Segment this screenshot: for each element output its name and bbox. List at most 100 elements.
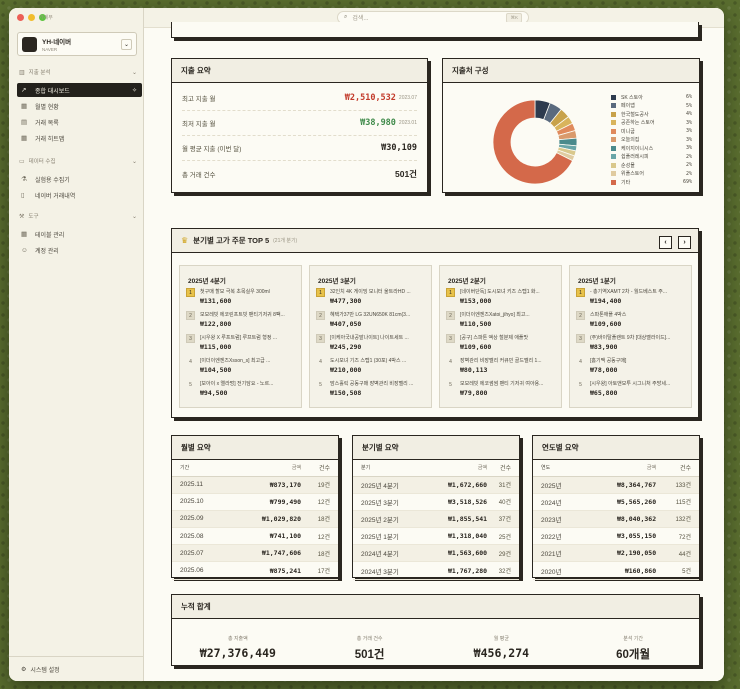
list-item[interactable]: 5 [시우왕] 아토앤모투 시그니처 주방세... ₩65,800 bbox=[576, 379, 688, 401]
list-item[interactable]: 3 [시우왕 X 루프트럼] 루프트럼 형정 ... ₩115,000 bbox=[186, 333, 298, 355]
legend-swatch bbox=[611, 111, 616, 117]
wrench-icon: ⚒ bbox=[19, 213, 25, 220]
list-item[interactable]: 4 [이더이엔젠즈Xsson_s] 최고급 ... ₩104,500 bbox=[186, 356, 298, 378]
item-name: [보아이 x 엘라멍] 전기담요 - 노르... bbox=[200, 381, 274, 387]
minimize-window-button[interactable] bbox=[28, 14, 35, 21]
legend-swatch bbox=[611, 128, 616, 134]
sidebar-item-monthly[interactable]: ▦ 월별 현황 bbox=[17, 99, 142, 113]
table-row[interactable]: 2024년 3분기 ₩1,767,280 32건 bbox=[353, 561, 519, 580]
crown-icon: ♛ bbox=[181, 236, 189, 245]
legend-item: 순성몰 2% bbox=[611, 161, 692, 170]
rank-badge: 4 bbox=[319, 358, 322, 365]
sidebar-item-naver-transactions[interactable]: ▯ 네이버 거래내역 bbox=[17, 188, 142, 202]
stat-label: 총 거래 건수 bbox=[356, 636, 383, 642]
table-row[interactable]: 2025년 4분기 ₩1,672,660 31건 bbox=[353, 476, 519, 494]
item-price: ₩245,290 bbox=[330, 343, 362, 351]
table-row[interactable]: 2025.08 ₩741,100 12건 bbox=[172, 527, 338, 546]
section-analysis[interactable]: ▥ 지출 분석 ⌄ bbox=[19, 68, 137, 77]
list-item[interactable]: 1 [네이버단독] 도시모녀 키즈 스텝1 화... ₩153,000 bbox=[446, 287, 558, 309]
column-header: 금액 bbox=[584, 460, 657, 477]
column-header: 기간 bbox=[172, 460, 230, 477]
table-row[interactable]: 2022년 ₩3,055,150 72건 bbox=[533, 527, 699, 546]
sidebar-item-dashboard[interactable]: ↗ 종합 대시보드 ✧ bbox=[17, 83, 142, 97]
item-price: ₩110,500 bbox=[460, 320, 492, 328]
top5-card: ♛ 분기별 고가 주문 TOP 5 (21개 분기) ‹ › 2025년 4분기… bbox=[171, 228, 699, 418]
min-value: ₩38,980 bbox=[360, 118, 396, 128]
account-switcher[interactable]: YH-네이버 NAVER ⌄ bbox=[17, 32, 137, 56]
chevron-down-icon[interactable]: ⌄ bbox=[121, 38, 132, 50]
quarter-card: 2025년 3분기 1 32인치 4K 게이밍 모니터 울트라HD ... ₩477… bbox=[309, 265, 432, 408]
legend-item: 위플스토어 2% bbox=[611, 170, 692, 179]
list-item[interactable]: 5 맘스홀릭 공동구매 장벽관리 비장멜리 ... ₩150,508 bbox=[316, 379, 428, 401]
account-name: YH-네이버 bbox=[42, 39, 72, 46]
sidebar-item-label: 거래 히트맵 bbox=[35, 136, 65, 143]
list-item[interactable]: 3 [공구] 스파톤 액상 철분제 애플맛 ₩109,600 bbox=[446, 333, 558, 355]
list-item[interactable]: 4 [홈기맥 공동구매] ₩78,000 bbox=[576, 356, 688, 378]
list-item[interactable]: 2 모모레빗 에코린프트빗 팬티기저귀 8팩... ₩122,800 bbox=[186, 310, 298, 332]
users-icon: ☺ bbox=[21, 246, 28, 254]
list-item[interactable]: 5 [보아이 x 엘라멍] 전기담요 - 노르... ₩94,500 bbox=[186, 379, 298, 401]
rank-badge: 1 bbox=[576, 288, 585, 297]
table-row[interactable]: 2025.09 ₩1,029,820 18건 bbox=[172, 510, 338, 529]
system-settings-button[interactable]: ⚙ 시스템 설정 bbox=[9, 656, 143, 681]
legend-swatch bbox=[611, 154, 616, 160]
max-label: 최고 지출 월 bbox=[182, 96, 216, 103]
legend-pct: 3% bbox=[685, 145, 692, 152]
item-price: ₩194,400 bbox=[590, 297, 622, 305]
sidebar-item-heatmap[interactable]: ▦ 거래 히트맵 bbox=[17, 131, 142, 145]
rank-badge: 4 bbox=[189, 358, 192, 365]
folder-icon: ▭ bbox=[19, 158, 25, 165]
list-item[interactable]: 1 32인치 4K 게이밍 모니터 울트라HD ... ₩477,300 bbox=[316, 287, 428, 309]
table-row[interactable]: 2024년 4분기 ₩1,563,600 29건 bbox=[353, 544, 519, 563]
sidebar-item-table-admin[interactable]: ▦ 테이블 관리 bbox=[17, 227, 142, 241]
table-row[interactable]: 2021년 ₩2,190,050 44건 bbox=[533, 544, 699, 563]
list-item[interactable]: 3 (주)바이탈플랜트 9차 [대상멜라이드]... ₩83,900 bbox=[576, 333, 688, 355]
item-name: [이케아국내공발나이트] 나이트세트 ... bbox=[330, 335, 409, 341]
item-price: ₩109,600 bbox=[590, 320, 622, 328]
chevron-right-icon: › bbox=[683, 239, 686, 246]
next-button[interactable]: › bbox=[678, 236, 691, 249]
list-item[interactable]: 4 도시모녀 기즈 스텝1 (30포) 4박스 ... ₩210,000 bbox=[316, 356, 428, 378]
table-row[interactable]: 2025년 3분기 ₩3,518,526 40건 bbox=[353, 493, 519, 511]
table-header-row: 분기 금액 건수 bbox=[353, 460, 519, 477]
table-row[interactable]: 2025년 2분기 ₩1,855,541 37건 bbox=[353, 510, 519, 529]
list-item[interactable]: 2 [이더이엔젠즈Xatoi_jihyo] 최고... ₩110,500 bbox=[446, 310, 558, 332]
item-name: [홈기맥 공동구매] bbox=[590, 358, 627, 364]
sidebar-item-experimental-collector[interactable]: ⚗ 실험용 수집기 bbox=[17, 172, 142, 186]
item-name: 모모레빗 에코썸썸 팬티 기저귀 여아용... bbox=[460, 381, 544, 387]
sidebar-item-account-admin[interactable]: ☺ 계정 관리 bbox=[17, 243, 142, 257]
stat-value: ₩27,376,449 bbox=[199, 646, 276, 660]
summary-row-avg: 월 평균 지출 (이번 달) ₩30,109 bbox=[182, 136, 417, 161]
section-collect[interactable]: ▭ 데이터 수집 ⌄ bbox=[19, 157, 137, 166]
table-row[interactable]: 2025.06 ₩875,241 17건 bbox=[172, 561, 338, 580]
list-item[interactable]: 2 스파톤애플 4박스 ₩109,600 bbox=[576, 310, 688, 332]
table-row[interactable]: 2025년 ₩8,364,767 133건 bbox=[533, 476, 699, 494]
table-row[interactable]: 2025년 1분기 ₩1,318,040 25건 bbox=[353, 527, 519, 546]
list-item[interactable]: 1 - 총기역XAMT 2차 - 월드베스트 주... ₩194,400 bbox=[576, 287, 688, 309]
table-row[interactable]: 2025.07 ₩1,747,606 18건 bbox=[172, 544, 338, 563]
legend-item: 케이지이니시스 3% bbox=[611, 144, 692, 153]
list-item[interactable]: 3 [이케아국내공발나이트] 나이트세트 ... ₩245,290 bbox=[316, 333, 428, 355]
item-price: ₩104,500 bbox=[200, 366, 232, 374]
table-row[interactable]: 2020년 ₩160,860 5건 bbox=[533, 561, 699, 580]
list-item[interactable]: 1 첫구매 할모 극복 초목실우 300ml ₩131,600 bbox=[186, 287, 298, 309]
table-row[interactable]: 2024년 ₩5,565,260 115건 bbox=[533, 493, 699, 511]
stat-value: ₩456,274 bbox=[473, 646, 530, 660]
list-item[interactable]: 2 혜택가37만 LG 32UN650K 81cm(3... ₩407,050 bbox=[316, 310, 428, 332]
table-row[interactable]: 2025.11 ₩873,170 19건 bbox=[172, 476, 338, 494]
table-row[interactable]: 2025.10 ₩799,490 12건 bbox=[172, 493, 338, 511]
search-icon: ⌕ bbox=[344, 14, 348, 20]
stat-label: 월 평균 bbox=[493, 636, 509, 642]
prev-button[interactable]: ‹ bbox=[659, 236, 672, 249]
list-item[interactable]: 5 모모레빗 에코썸썸 팬티 기저귀 여아용... ₩79,800 bbox=[446, 379, 558, 401]
section-tools[interactable]: ⚒ 도구 ⌄ bbox=[19, 212, 137, 221]
table-row[interactable]: 2023년 ₩8,040,362 132건 bbox=[533, 510, 699, 529]
close-window-button[interactable] bbox=[17, 14, 24, 21]
item-name: 스파톤애플 4박스 bbox=[590, 312, 627, 318]
sidebar-item-transactions[interactable]: ▤ 거래 목록 bbox=[17, 115, 142, 129]
rank-badge: 2 bbox=[576, 311, 585, 320]
max-date: 2023.07 bbox=[398, 95, 417, 101]
list-item[interactable]: 4 장벽관리 비장멜리 커큐민 골드멜리 1... ₩80,113 bbox=[446, 356, 558, 378]
yearly-title: 연도별 요약 bbox=[533, 436, 699, 460]
item-price: ₩153,000 bbox=[460, 297, 492, 305]
